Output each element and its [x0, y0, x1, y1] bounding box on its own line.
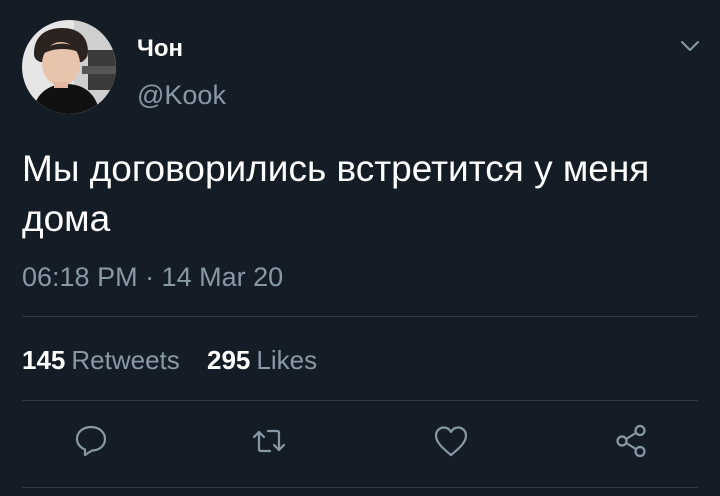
like-button[interactable] [432, 422, 470, 460]
avatar-photo [22, 20, 116, 114]
tweet-stats: 145 Retweets 295 Likes [22, 342, 337, 378]
retweet-arrows-icon [252, 429, 286, 453]
chevron-down-icon[interactable] [678, 36, 702, 56]
comment-bubble-icon [75, 425, 107, 457]
retweets-count: 145 [22, 345, 66, 375]
avatar[interactable] [22, 20, 116, 114]
divider [22, 316, 698, 317]
retweets-stat[interactable]: 145 Retweets [22, 342, 180, 378]
reply-button[interactable] [72, 422, 110, 460]
likes-stat[interactable]: 295 Likes [207, 342, 317, 378]
share-button[interactable] [612, 422, 650, 460]
retweet-button[interactable] [250, 422, 288, 460]
likes-count: 295 [207, 345, 251, 375]
tweet-timestamp[interactable]: 06:18 PM · 14 Mar 20 [22, 260, 283, 294]
divider [22, 400, 698, 401]
user-handle[interactable]: @Kook [137, 79, 226, 111]
tweet-text: Мы договорились встретится у меня дома [22, 148, 650, 239]
divider [22, 487, 698, 488]
heart-icon [434, 426, 468, 457]
tweet-card: Чон @Kook Мы договорились встретится у м… [0, 0, 720, 496]
retweets-label: Retweets [71, 345, 180, 375]
display-name[interactable]: Чон [137, 34, 183, 64]
likes-label: Likes [256, 345, 318, 375]
share-nodes-icon [616, 424, 646, 458]
